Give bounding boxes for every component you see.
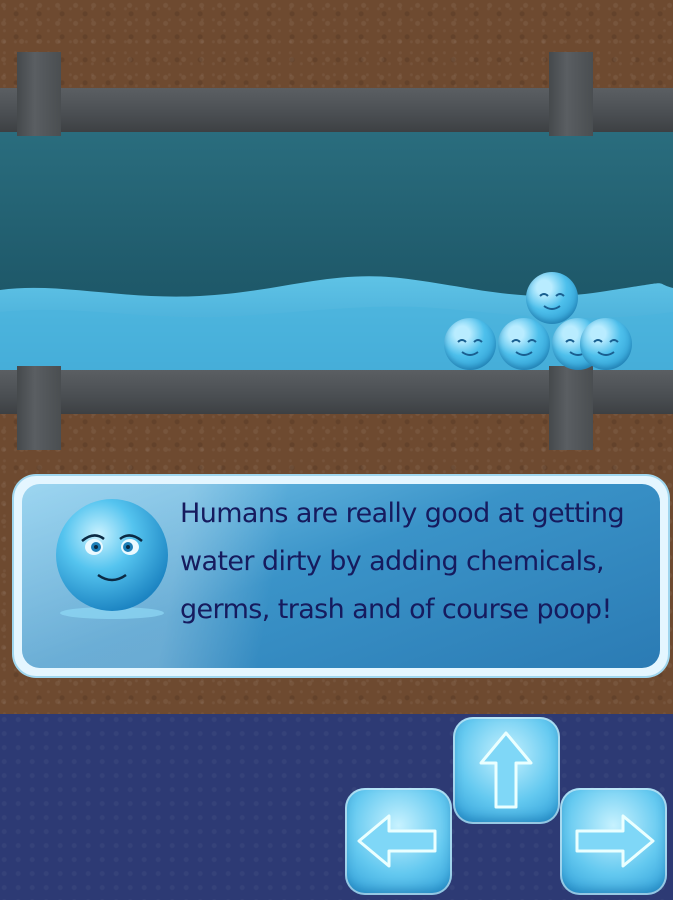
water-drop-character [444,318,496,370]
pipe-joint [17,52,61,136]
move-left-button[interactable] [345,788,452,895]
pipe-joint [549,52,593,136]
water-drop-narrator-icon [56,499,168,619]
pipe-joint [549,366,593,450]
water-drop-character [580,318,632,370]
arrow-up-icon [479,731,533,809]
water-drop-character [498,318,550,370]
arrow-left-icon [357,814,437,868]
move-up-button[interactable] [453,717,560,824]
pipe-joint [17,366,61,450]
dialog-line-2: water dirty by adding chemicals, [180,546,605,577]
dialog-line-1: Humans are really good at getting [180,498,625,529]
move-right-button[interactable] [560,788,667,895]
arrow-right-icon [575,814,655,868]
dialog-message: Humans are really good at getting water … [180,490,664,634]
water-drop-character [526,272,578,324]
dialog-line-3: germs, trash and of course poop! [180,594,612,625]
